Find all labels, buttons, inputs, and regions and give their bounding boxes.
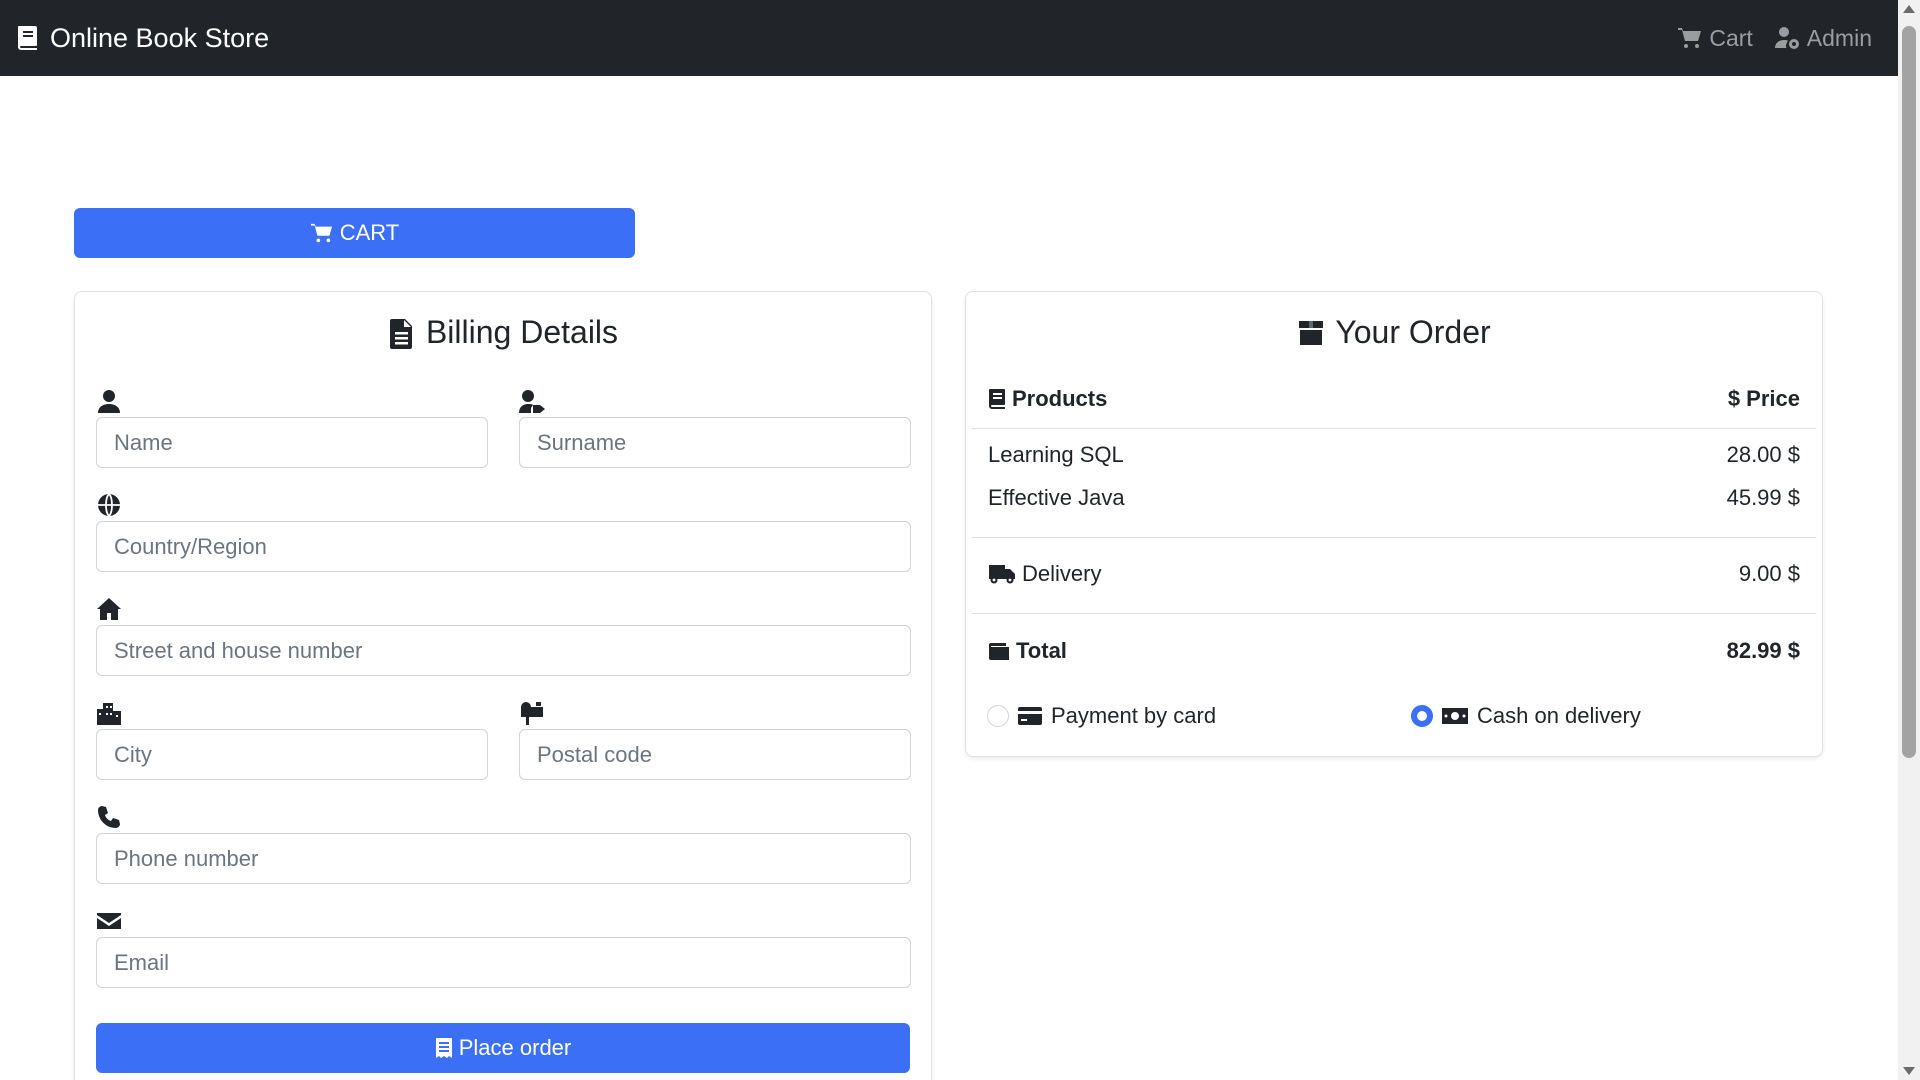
payment-by-card-option[interactable]: Payment by card xyxy=(987,703,1216,729)
total-row: Total 82.99 $ xyxy=(972,638,1816,664)
total-label: Total xyxy=(1016,638,1067,663)
order-title: Your Order xyxy=(966,314,1822,351)
country-input[interactable] xyxy=(96,521,911,572)
city-icon xyxy=(96,701,122,725)
payment-by-card-label: Payment by card xyxy=(1051,703,1217,728)
delivery-row: Delivery 9.00 $ xyxy=(972,561,1816,587)
credit-card-icon xyxy=(1018,707,1042,725)
surname-field-group xyxy=(519,389,911,468)
user-gear-icon xyxy=(1774,27,1799,49)
cash-on-delivery-radio[interactable] xyxy=(1411,705,1433,727)
divider xyxy=(972,537,1816,538)
divider xyxy=(972,613,1816,614)
house-icon xyxy=(96,597,122,621)
place-order-button[interactable]: Place order xyxy=(96,1023,910,1073)
billing-title-text: Billing Details xyxy=(425,314,619,350)
order-item-price: 45.99 $ xyxy=(1726,485,1800,510)
user-icon xyxy=(96,389,122,413)
total-price: 82.99 $ xyxy=(1726,638,1800,663)
wallet-icon xyxy=(989,643,1009,660)
postal-code-input[interactable] xyxy=(519,729,911,780)
order-header-row: Products $ Price xyxy=(972,386,1816,412)
nav-link-admin[interactable]: Admin xyxy=(1774,24,1872,52)
file-lines-icon xyxy=(389,318,412,349)
truck-icon xyxy=(989,565,1015,584)
email-input[interactable] xyxy=(96,937,911,988)
payment-by-card-radio[interactable] xyxy=(987,705,1009,727)
surname-input[interactable] xyxy=(519,417,911,468)
book-icon xyxy=(18,26,37,50)
phone-input[interactable] xyxy=(96,833,911,884)
box-icon xyxy=(1299,320,1324,345)
nav-link-cart-label: Cart xyxy=(1709,24,1753,51)
order-item-name: Learning SQL xyxy=(988,442,1124,467)
nav-link-admin-label: Admin xyxy=(1806,24,1872,51)
scroll-down-arrow[interactable] xyxy=(1903,1067,1915,1075)
envelope-icon xyxy=(96,909,122,933)
page: Online Book Store Cart Admin CART Billin… xyxy=(0,0,1898,1080)
name-field-group xyxy=(96,389,488,468)
city-input[interactable] xyxy=(96,729,488,780)
order-item-name: Effective Java xyxy=(988,485,1125,510)
cart-button-label: CART xyxy=(339,220,400,245)
order-title-text: Your Order xyxy=(1335,314,1491,350)
place-order-label: Place order xyxy=(458,1035,572,1060)
billing-details-card: Billing Details Name Surname Country/Reg… xyxy=(74,291,932,1080)
scroll-up-arrow[interactable] xyxy=(1903,5,1915,13)
cash-on-delivery-option[interactable]: Cash on delivery xyxy=(1411,703,1641,729)
brand-label: Online Book Store xyxy=(50,22,270,53)
user-tag-icon xyxy=(519,389,545,413)
order-item-price: 28.00 $ xyxy=(1726,442,1800,467)
money-bill-icon xyxy=(1442,708,1468,724)
cart-button[interactable]: CART xyxy=(74,208,635,258)
receipt-icon xyxy=(435,1038,452,1058)
street-input[interactable] xyxy=(96,625,911,676)
order-item-row: Effective Java 45.99 $ xyxy=(972,485,1816,511)
cash-on-delivery-label: Cash on delivery xyxy=(1477,703,1641,728)
country-field-group xyxy=(96,493,911,572)
postal-field-group xyxy=(519,701,911,780)
city-field-group xyxy=(96,701,488,780)
scroll-thumb[interactable] xyxy=(1902,26,1916,758)
brand[interactable]: Online Book Store xyxy=(16,23,269,54)
name-input[interactable] xyxy=(96,417,488,468)
street-field-group xyxy=(96,597,911,676)
navbar: Online Book Store Cart Admin xyxy=(0,0,1898,76)
total-label-cell: Total xyxy=(988,638,1067,664)
price-header-label: $ Price xyxy=(1727,386,1800,411)
delivery-label-cell: Delivery xyxy=(988,561,1101,587)
email-field-group xyxy=(96,909,911,988)
order-item-row: Learning SQL 28.00 $ xyxy=(972,442,1816,468)
divider xyxy=(972,428,1816,429)
cart-icon xyxy=(1678,28,1702,48)
nav-links: Cart Admin xyxy=(1677,25,1872,52)
phone-field-group xyxy=(96,805,911,884)
delivery-price: 9.00 $ xyxy=(1738,561,1800,586)
your-order-card: Your Order Products $ Price Learning SQL… xyxy=(965,291,1823,757)
products-header-label: Products xyxy=(1012,386,1108,411)
book-icon xyxy=(989,389,1005,409)
vertical-scrollbar[interactable] xyxy=(1898,0,1920,1080)
products-header: Products xyxy=(988,386,1107,412)
phone-icon xyxy=(96,805,122,829)
nav-link-cart[interactable]: Cart xyxy=(1677,24,1753,52)
billing-title: Billing Details xyxy=(75,314,931,351)
cart-icon xyxy=(310,223,332,243)
delivery-label: Delivery xyxy=(1022,561,1102,586)
globe-icon xyxy=(96,493,122,517)
mailbox-icon xyxy=(519,701,545,725)
